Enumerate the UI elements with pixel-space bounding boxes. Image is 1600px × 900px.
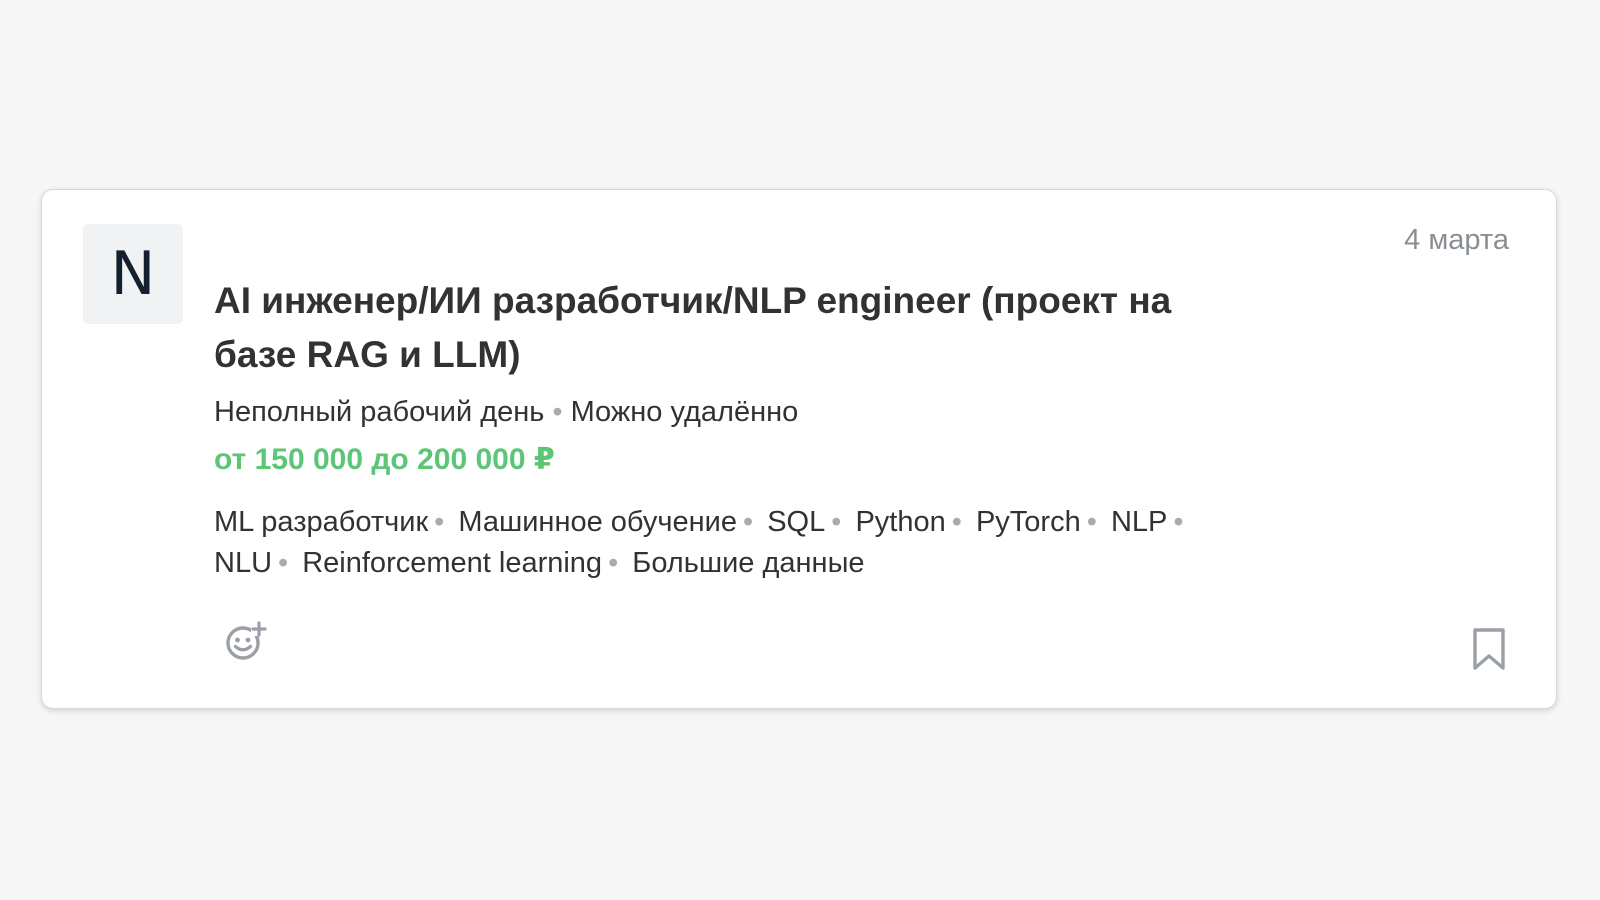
skill-tag: NLU (214, 547, 273, 579)
skill-separator: • (831, 506, 842, 538)
skills-list: ML разработчик • Машинное обучение • SQL • … (214, 502, 1254, 584)
schedule-label: Неполный рабочий день (214, 396, 545, 428)
skill-separator: • (1086, 506, 1097, 538)
vacancy-card[interactable]: N 4 марта AI инженер/ИИ разработчик/NLP … (41, 189, 1557, 709)
remote-label: Можно удалённо (570, 396, 799, 428)
company-logo-letter: N (110, 239, 156, 309)
vacancy-content: AI инженер/ИИ разработчик/NLP engineer (… (214, 274, 1254, 584)
skill-tag: Reinforcement learning (302, 547, 603, 579)
skill-separator: • (434, 506, 445, 538)
skill-separator: • (951, 506, 962, 538)
skill-separator: • (742, 506, 754, 538)
skill-tag: ML разработчик (214, 506, 429, 538)
skill-separator: • (278, 547, 289, 579)
skill-tag: Машинное обучение (458, 506, 737, 538)
skill-tag: PyTorch (975, 506, 1081, 538)
skill-tag: Большие данные (632, 547, 865, 579)
skill-tag: NLP (1110, 506, 1168, 538)
bookmark-button[interactable] (1470, 626, 1508, 672)
bookmark-icon (1473, 628, 1505, 670)
emoji-add-icon (226, 621, 267, 660)
emoji-add-button[interactable] (224, 618, 268, 662)
conditions-separator: • (552, 396, 563, 428)
publication-date: 4 марта (1404, 224, 1509, 256)
vacancy-conditions: Неполный рабочий день • Можно удалённо (214, 392, 1254, 432)
skill-separator: • (1173, 506, 1184, 538)
company-logo[interactable]: N (83, 224, 183, 324)
salary: от 150 000 до 200 000 ₽ (214, 443, 555, 476)
skill-tag: Python (855, 506, 946, 538)
skill-separator: • (608, 547, 619, 579)
skill-tag: SQL (767, 506, 826, 538)
vacancy-title[interactable]: AI инженер/ИИ разработчик/NLP engineer (… (214, 274, 1254, 382)
